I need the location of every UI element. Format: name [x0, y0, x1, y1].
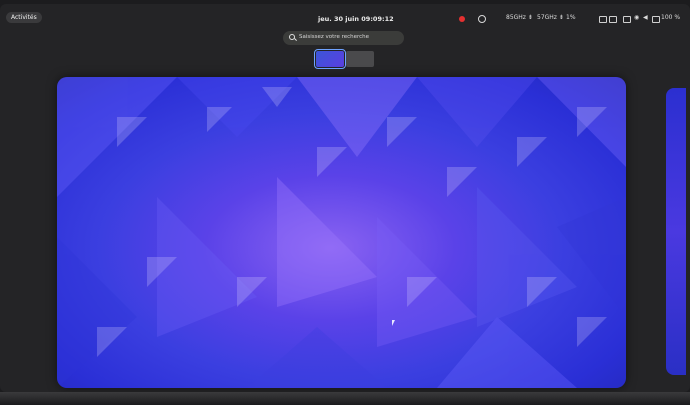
- next-workspace-preview[interactable]: [666, 88, 686, 375]
- network-icon[interactable]: ◉: [634, 14, 639, 21]
- clock[interactable]: jeu. 30 juin 09:09:12: [318, 15, 394, 23]
- volume-icon[interactable]: ◀: [643, 14, 648, 21]
- mouse-cursor-icon: [392, 320, 395, 326]
- monitor-bezel: [0, 392, 690, 405]
- activities-button[interactable]: Activités: [6, 12, 42, 23]
- workspace-preview[interactable]: [57, 77, 626, 388]
- keyboard-icon[interactable]: [609, 16, 617, 23]
- workspace-thumbnail-1[interactable]: [314, 49, 346, 69]
- workspace-thumbnail-2[interactable]: [346, 51, 374, 67]
- usage-percent-label[interactable]: 1%: [566, 14, 576, 21]
- cpu-frequency-label[interactable]: 85GHz ⇟: [506, 14, 533, 21]
- wallpaper-pattern: [57, 77, 626, 388]
- search-icon: [289, 34, 295, 40]
- window-list-icon[interactable]: [599, 16, 607, 23]
- top-bar: Activités jeu. 30 juin 09:09:12 85GHz ⇟ …: [0, 4, 690, 28]
- battery-percent: 100 %: [661, 14, 681, 21]
- record-indicator-icon[interactable]: [459, 16, 465, 22]
- battery-icon[interactable]: [652, 16, 660, 23]
- gpu-frequency-label[interactable]: 57GHz ⇟: [537, 14, 564, 21]
- chat-icon[interactable]: [623, 16, 631, 23]
- search-input[interactable]: Saisissez votre recherche: [283, 31, 404, 45]
- status-circle-icon[interactable]: [478, 15, 486, 23]
- search-placeholder: Saisissez votre recherche: [299, 34, 370, 40]
- desktop-screen: Activités jeu. 30 juin 09:09:12 85GHz ⇟ …: [0, 4, 690, 392]
